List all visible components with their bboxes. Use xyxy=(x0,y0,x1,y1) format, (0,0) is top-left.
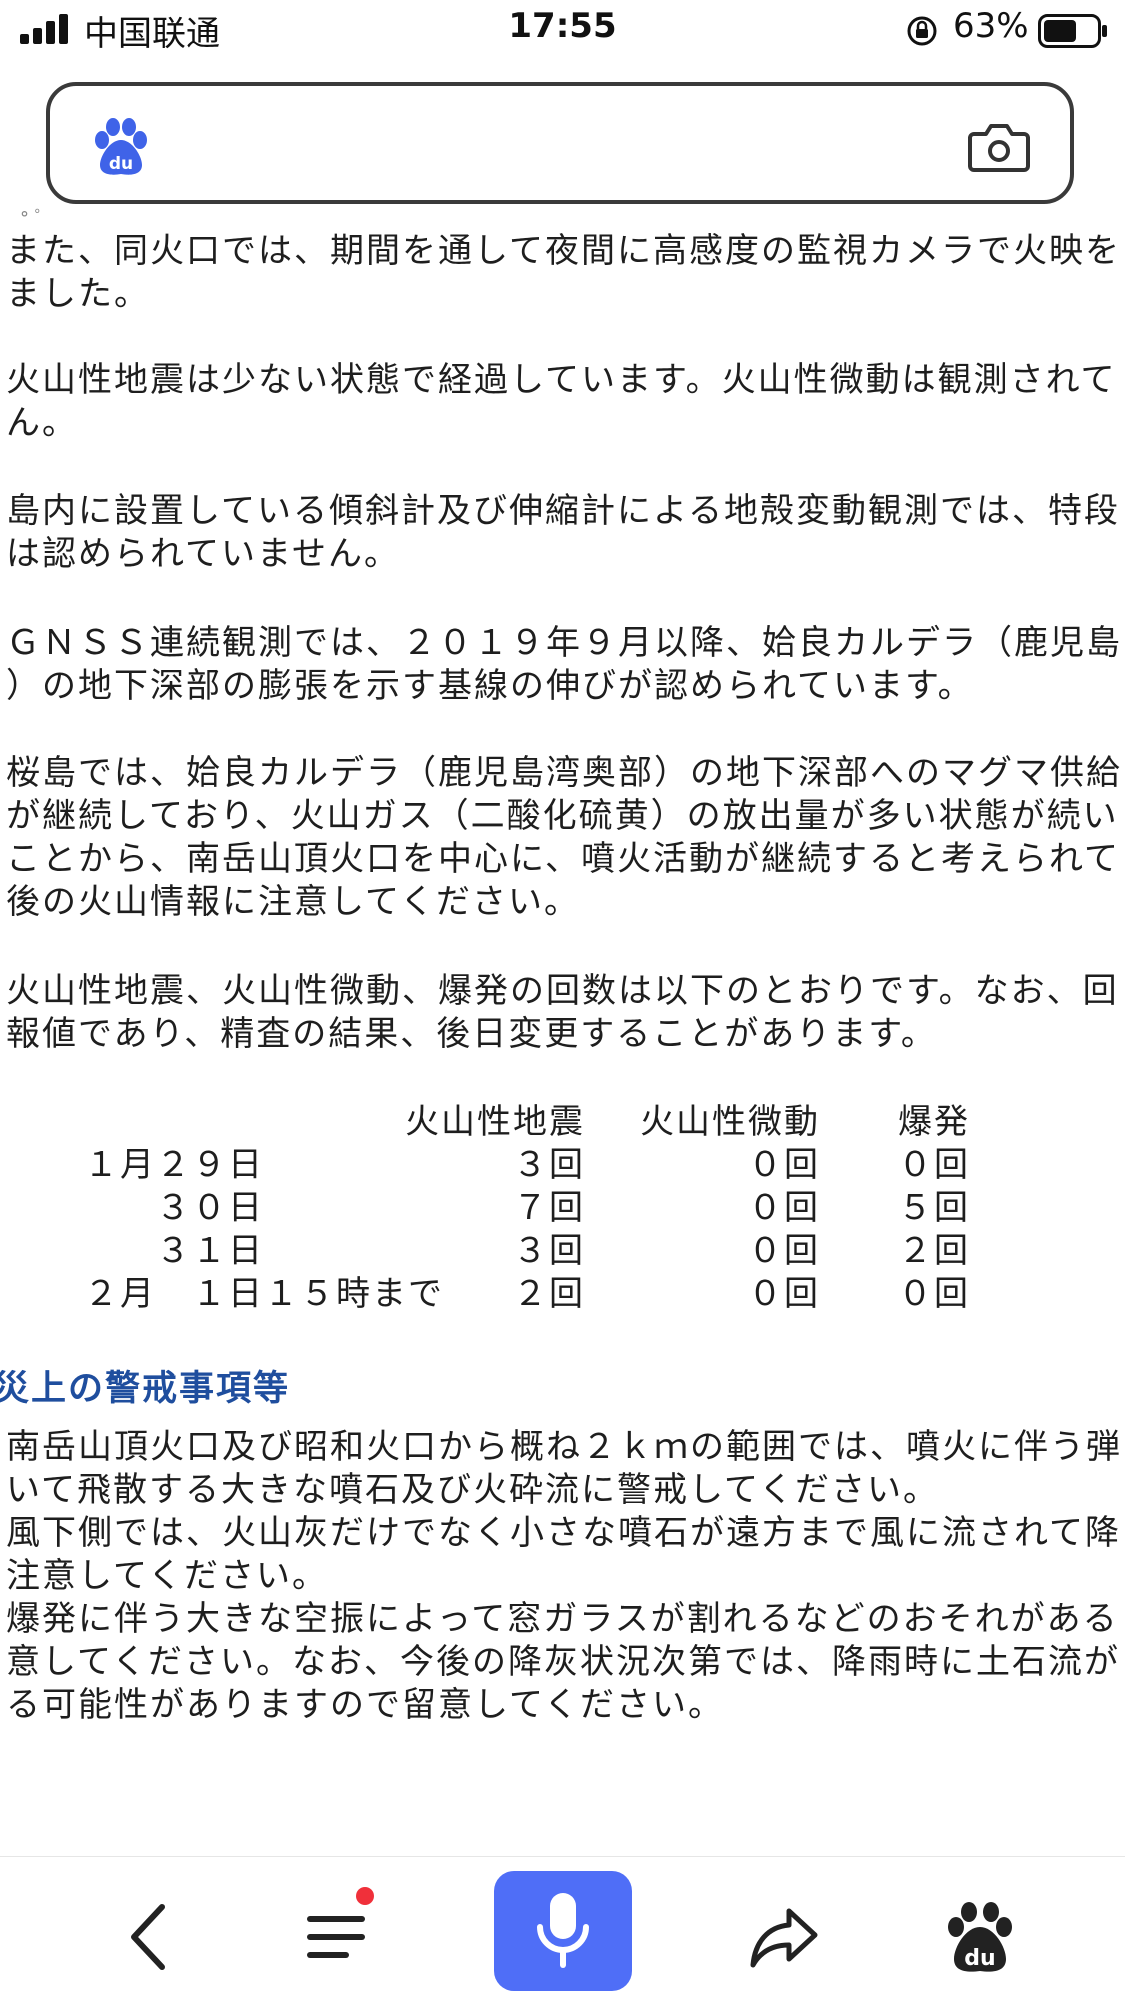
paragraph-line: 火山性地震、火山性微動、爆発の回数は以下のとおりです。なお、回 xyxy=(6,971,1119,1011)
paragraph-line: ＧＮＳＳ連続観測では、２０１９年９月以降、姶良カルデラ（鹿児島 xyxy=(6,623,1122,663)
paragraph-line: 火山性地震は少ない状態で経過しています。火山性微動は観測されて xyxy=(6,360,1117,400)
table-cell-tremors: ０回 xyxy=(748,1145,820,1185)
status-bar: 中国联通 17:55 63% xyxy=(0,0,1125,64)
paragraph-line: ん。 xyxy=(6,403,78,443)
paragraph-line: 桜島では、姶良カルデラ（鹿児島湾奥部）の地下深部へのマグマ供給 xyxy=(6,753,1122,793)
table-cell-date: １月２９日 xyxy=(84,1145,264,1185)
table-header-row: 火山性地震 火山性微動 爆発 xyxy=(0,1094,1125,1142)
battery-percent: 63% xyxy=(953,6,1029,46)
table-cell-quakes: ７回 xyxy=(513,1188,585,1228)
paragraph-line: ました。 xyxy=(6,274,150,314)
voice-search-button[interactable] xyxy=(494,1871,632,1991)
table-row: ３０日 ７回 ０回 ５回 xyxy=(0,1180,1125,1228)
table-cell-date: ２月 １日１５時まで xyxy=(84,1274,444,1314)
section-heading: 災上の警戒事項等 xyxy=(0,1368,291,1409)
warning-line: いて飛散する大きな噴石及び火砕流に警戒してください。 xyxy=(6,1470,939,1510)
search-box[interactable]: du xyxy=(46,82,1074,204)
table-cell-quakes: ３回 xyxy=(513,1145,585,1185)
warning-line: 注意してください。 xyxy=(6,1556,328,1596)
table-row: ２月 １日１５時まで ２回 ０回 ０回 xyxy=(0,1266,1125,1314)
table-cell-explosions: ５回 xyxy=(898,1188,970,1228)
paragraph-line: が継続しており、火山ガス（二酸化硫黄）の放出量が多い状態が続い xyxy=(6,796,1119,836)
baidu-paw-icon[interactable]: du xyxy=(940,1897,1020,1977)
camera-icon[interactable] xyxy=(968,120,1030,174)
svg-text:du: du xyxy=(109,154,133,174)
table-cell-explosions: ０回 xyxy=(898,1145,970,1185)
battery-icon xyxy=(1038,14,1107,48)
clipped-line: ° ゜ xyxy=(20,208,53,229)
table-cell-explosions: ２回 xyxy=(898,1231,970,1271)
paragraph-line: 後の火山情報に注意してください。 xyxy=(6,882,580,922)
paragraph-line: ）の地下深部の膨張を示す基線の伸びが認められています。 xyxy=(6,666,974,706)
table-row: １月２９日 ３回 ０回 ０回 xyxy=(0,1137,1125,1185)
warning-line: 風下側では、火山灰だけでなく小さな噴石が遠方まで風に流されて降 xyxy=(6,1513,1121,1553)
chevron-left-icon[interactable] xyxy=(110,1897,190,1977)
paragraph-line: 報値であり、精査の結果、後日変更することがあります。 xyxy=(6,1014,937,1054)
warning-line: る可能性がありますので留意してください。 xyxy=(6,1685,724,1725)
paragraph-line: また、同火口では、期間を通して夜間に高感度の監視カメラで火映を xyxy=(6,231,1121,271)
baidu-paw-icon: du xyxy=(95,118,147,175)
table-cell-tremors: ０回 xyxy=(748,1274,820,1314)
menu-icon[interactable] xyxy=(296,1897,376,1977)
bottom-toolbar: du xyxy=(0,1857,1125,2001)
table-cell-quakes: ３回 xyxy=(513,1231,585,1271)
table-cell-tremors: ０回 xyxy=(748,1231,820,1271)
table-cell-quakes: ２回 xyxy=(513,1274,585,1314)
table-row: ３１日 ３回 ０回 ２回 xyxy=(0,1223,1125,1271)
notification-dot xyxy=(356,1887,374,1905)
table-cell-date: ３１日 xyxy=(84,1231,264,1271)
paragraph-line: 島内に設置している傾斜計及び伸縮計による地殻変動観測では、特段 xyxy=(6,491,1120,531)
paragraph-line: は認められていません。 xyxy=(6,534,400,574)
table-header: 爆発 xyxy=(898,1102,970,1142)
svg-text:du: du xyxy=(964,1946,995,1971)
table-cell-tremors: ０回 xyxy=(748,1188,820,1228)
paragraph-line: ことから、南岳山頂火口を中心に、噴火活動が継続すると考えられて xyxy=(6,839,1120,879)
article-content: ° ゜ また、同火口では、期間を通して夜間に高感度の監視カメラで火映を ました。… xyxy=(0,204,1125,1854)
warning-line: 爆発に伴う大きな空振によって窓ガラスが割れるなどのおそれがある xyxy=(6,1599,1119,1639)
table-cell-date: ３０日 xyxy=(84,1188,264,1228)
table-header: 火山性地震 xyxy=(405,1102,585,1142)
rotation-lock-icon xyxy=(907,16,937,46)
warning-line: 意してください。なお、今後の降灰状況次第では、降雨時に土石流が xyxy=(6,1642,1120,1682)
table-header: 火山性微動 xyxy=(640,1102,820,1142)
warning-line: 南岳山頂火口及び昭和火口から概ね２ｋｍの範囲では、噴火に伴う弾 xyxy=(6,1427,1122,1467)
table-cell-explosions: ０回 xyxy=(898,1274,970,1314)
share-icon[interactable] xyxy=(745,1897,825,1977)
microphone-icon xyxy=(537,1893,589,1968)
